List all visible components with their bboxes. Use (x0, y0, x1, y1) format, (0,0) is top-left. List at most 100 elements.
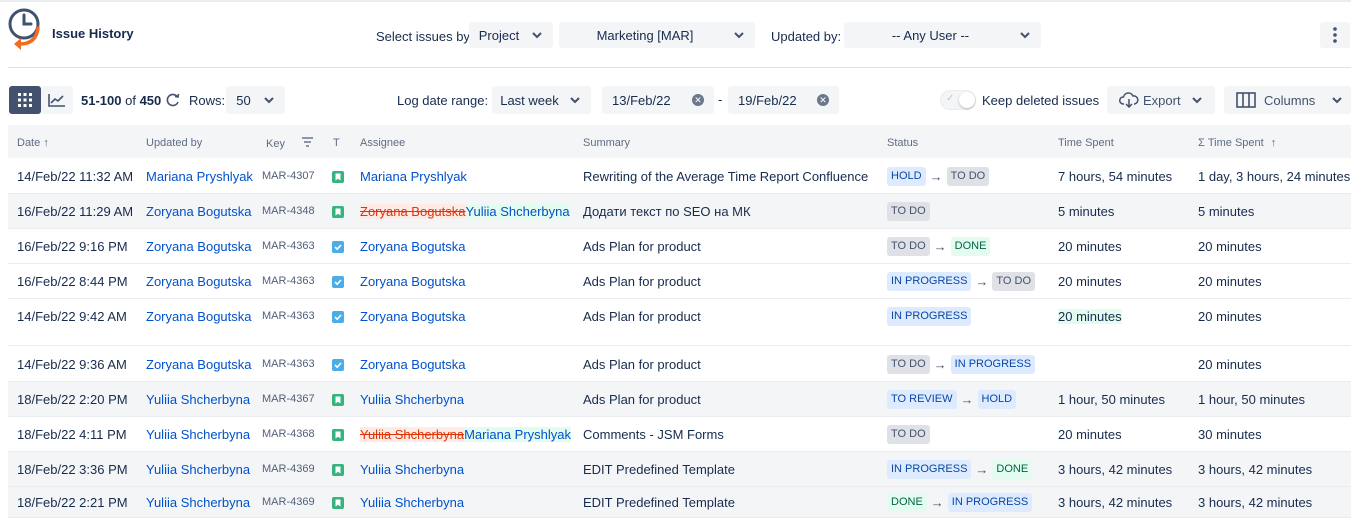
row-summary: Додати текст по SEO на МК (583, 204, 751, 219)
columns-icon (1236, 92, 1256, 108)
assignee-link[interactable]: Zoryana Bogutska (360, 357, 466, 372)
filter-icon[interactable] (302, 137, 313, 147)
status-to-badge: DONE (950, 237, 991, 256)
updated-by-dropdown[interactable]: -- Any User -- (844, 22, 1041, 48)
row-status: IN PROGRESS → DONE (887, 460, 1033, 479)
col-header-date[interactable]: Date ↑ (17, 137, 49, 149)
arrow-right-icon: → (960, 392, 974, 407)
row-issue-key-link[interactable]: MAR-4369 (262, 463, 315, 475)
row-updated-by-link[interactable]: Zoryana Bogutska (146, 239, 252, 254)
row-issue-key-link[interactable]: MAR-4363 (262, 358, 315, 370)
rows-per-page-dropdown[interactable]: 50 (226, 86, 285, 114)
row-issue-key-link[interactable]: MAR-4363 (262, 310, 315, 322)
row-updated-by-link[interactable]: Zoryana Bogutska (146, 357, 252, 372)
row-issue-key-link[interactable]: MAR-4367 (262, 393, 315, 405)
row-issue-key-link[interactable]: MAR-4348 (262, 205, 315, 217)
row-date: 14/Feb/22 9:42 AM (17, 309, 127, 324)
row-updated-by-link[interactable]: Yuliia Shcherbyna (146, 495, 250, 510)
row-time-spent: 5 minutes (1058, 204, 1115, 219)
clear-icon[interactable]: ✕ (692, 94, 704, 106)
col-header-time-spent[interactable]: Time Spent (1058, 137, 1114, 149)
row-date: 18/Feb/22 3:36 PM (17, 462, 128, 477)
col-header-summary[interactable]: Summary (583, 137, 630, 149)
chevron-down-icon (1191, 97, 1202, 104)
row-assignee: Zoryana Bogutska (360, 357, 466, 372)
row-issue-key-link[interactable]: MAR-4363 (262, 240, 315, 252)
assignee-link[interactable]: Yuliia Shcherbyna (360, 462, 464, 477)
row-assignee: Mariana Pryshlyak (360, 169, 467, 184)
row-date: 18/Feb/22 2:20 PM (17, 392, 128, 407)
assignee-link[interactable]: Zoryana Bogutska (360, 274, 466, 289)
select-issues-by-value: Project (478, 27, 520, 43)
header-divider (8, 67, 1351, 68)
refresh-icon[interactable] (165, 92, 181, 108)
assignee-link[interactable]: Yuliia Shcherbyna (360, 392, 464, 407)
row-date: 16/Feb/22 11:29 AM (17, 204, 134, 219)
assignee-link[interactable]: Mariana Pryshlyak (360, 169, 467, 184)
assignee-new-link[interactable]: Mariana Pryshlyak (464, 427, 572, 442)
project-value: Marketing [MAR] (596, 27, 694, 43)
clear-icon[interactable]: ✕ (817, 94, 829, 106)
assignee-link[interactable]: Zoryana Bogutska (360, 309, 466, 324)
row-updated-by-link[interactable]: Yuliia Shcherbyna (146, 427, 250, 442)
row-summary: Ads Plan for product (583, 274, 701, 289)
select-issues-by-dropdown[interactable]: Project (469, 22, 553, 48)
row-sum-time-spent: 30 minutes (1198, 427, 1262, 442)
keep-deleted-toggle[interactable]: ✓ (940, 90, 976, 110)
row-summary: Comments - JSM Forms (583, 427, 724, 442)
col-header-assignee[interactable]: Assignee (360, 137, 405, 149)
status-to-badge: DONE (992, 460, 1033, 479)
keep-deleted-label: Keep deleted issues (982, 93, 1100, 108)
date-separator: - (718, 92, 723, 107)
col-header-status[interactable]: Status (887, 137, 918, 149)
row-updated-by-link[interactable]: Zoryana Bogutska (146, 204, 252, 219)
arrow-right-icon: → (933, 357, 947, 372)
more-options-button[interactable] (1320, 22, 1350, 48)
chart-view-button[interactable] (41, 86, 73, 114)
row-summary: Rewriting of the Average Time Report Con… (583, 169, 869, 184)
table-header (8, 125, 1351, 158)
assignee-new-link[interactable]: Yuliia Shcherbyna (465, 204, 570, 219)
assignee-link[interactable]: Yuliia Shcherbyna (360, 495, 464, 510)
status-from-badge: IN PROGRESS (887, 460, 972, 479)
assignee-previous: Yuliia Shcherbyna (360, 427, 465, 442)
row-updated-by-link[interactable]: Zoryana Bogutska (146, 274, 252, 289)
row-issue-key-link[interactable]: MAR-4369 (262, 496, 315, 508)
select-issues-label: Select issues by: (376, 29, 474, 44)
row-date: 16/Feb/22 9:16 PM (17, 239, 128, 254)
col-header-updated-by[interactable]: Updated by (146, 137, 202, 149)
assignee-link[interactable]: Zoryana Bogutska (360, 239, 466, 254)
grid-view-button[interactable] (9, 86, 41, 114)
row-issue-key-link[interactable]: MAR-4363 (262, 275, 315, 287)
status-to-badge: TO DO (887, 425, 930, 444)
chevron-down-icon (734, 32, 744, 39)
col-header-type[interactable]: T (333, 137, 340, 149)
export-button[interactable]: Export (1107, 86, 1215, 114)
row-sum-time-spent: 20 minutes (1198, 357, 1262, 372)
row-updated-by-link[interactable]: Zoryana Bogutska (146, 309, 252, 324)
row-updated-by-link[interactable]: Mariana Pryshlyak (146, 169, 253, 184)
columns-label: Columns (1264, 92, 1316, 108)
log-date-range-dropdown[interactable]: Last week (492, 86, 591, 114)
columns-button[interactable]: Columns (1224, 86, 1351, 114)
col-header-key[interactable]: Key (266, 138, 285, 150)
chevron-down-icon (570, 97, 580, 104)
log-date-range-label: Log date range: (397, 93, 489, 108)
rows-label: Rows: (189, 93, 226, 108)
row-updated-by-link[interactable]: Yuliia Shcherbyna (146, 462, 250, 477)
status-from-badge: TO DO (887, 355, 930, 374)
pagination-summary: 51-100 of 450 (81, 93, 161, 108)
date-to-input[interactable]: 19/Feb/22 ✕ (728, 86, 839, 114)
status-to-badge: HOLD (977, 390, 1017, 409)
col-header-date-label: Date (17, 137, 41, 149)
row-status: DONE → IN PROGRESS (887, 493, 1033, 512)
project-dropdown[interactable]: Marketing [MAR] (559, 22, 755, 48)
row-issue-key-link[interactable]: MAR-4368 (262, 428, 315, 440)
row-updated-by-link[interactable]: Yuliia Shcherbyna (146, 392, 250, 407)
row-assignee: Yuliia Shcherbyna (360, 495, 464, 510)
row-sum-time-spent: 3 hours, 42 minutes (1198, 462, 1313, 477)
more-vertical-icon (1333, 27, 1337, 43)
row-issue-key-link[interactable]: MAR-4307 (262, 170, 315, 182)
col-header-sum-time-spent[interactable]: Σ Time Spent ↑ (1198, 137, 1276, 149)
date-from-input[interactable]: 13/Feb/22 ✕ (602, 86, 714, 114)
